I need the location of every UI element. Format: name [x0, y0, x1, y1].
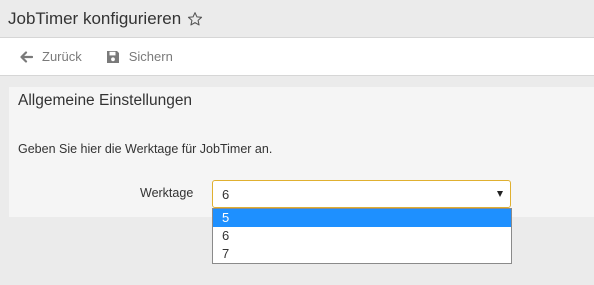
- floppy-disk-icon: [106, 50, 120, 64]
- back-button-label: Zurück: [42, 49, 82, 64]
- save-button-label: Sichern: [128, 49, 173, 64]
- workdays-option-7[interactable]: 7: [213, 245, 511, 263]
- arrow-left-icon: [19, 50, 33, 64]
- chevron-down-icon: [497, 191, 503, 197]
- workdays-label: Werktage: [140, 186, 194, 200]
- workdays-option-6[interactable]: 6: [213, 227, 511, 245]
- workdays-select[interactable]: 6: [212, 180, 511, 208]
- back-button[interactable]: Zurück: [19, 49, 82, 64]
- title-bar: JobTimer konfigurieren: [0, 0, 594, 37]
- save-button[interactable]: Sichern: [106, 49, 173, 64]
- star-icon[interactable]: [187, 11, 203, 27]
- toolbar: Zurück Sichern: [0, 37, 594, 76]
- workdays-dropdown-list: 5 6 7: [212, 208, 512, 264]
- section-description: Geben Sie hier die Werktage für JobTimer…: [18, 142, 273, 156]
- section-title: Allgemeine Einstellungen: [18, 92, 193, 109]
- workdays-option-5[interactable]: 5: [213, 209, 511, 227]
- page-title: JobTimer konfigurieren: [8, 8, 182, 28]
- workdays-select-value: 6: [222, 186, 230, 202]
